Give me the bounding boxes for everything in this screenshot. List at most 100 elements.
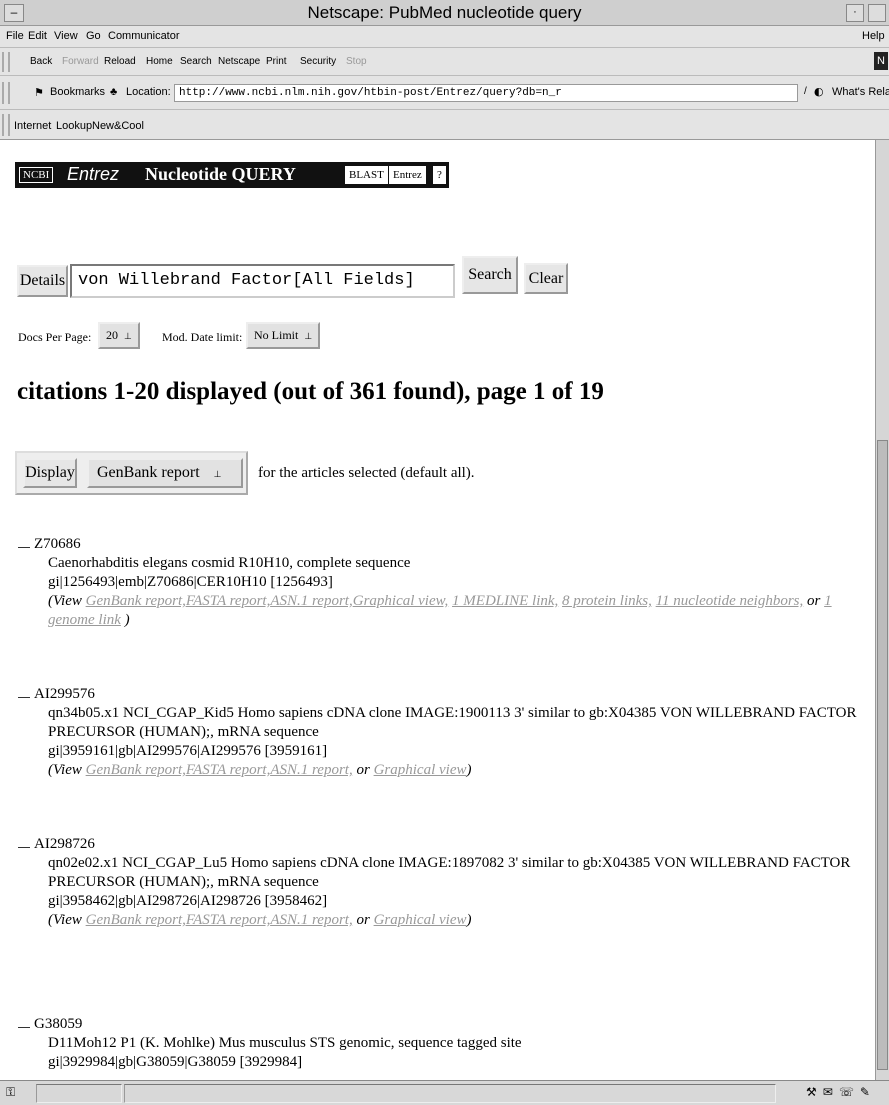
entrez-link[interactable]: Entrez xyxy=(389,166,426,184)
record-accession[interactable]: AI298726 xyxy=(34,835,95,854)
window-title: Netscape: PubMed nucleotide query xyxy=(307,3,582,22)
display-panel: Display GenBank report ⊥ xyxy=(15,451,248,495)
record-description: D11Moh12 P1 (K. Mohlke) Mus musculus STS… xyxy=(48,1035,522,1051)
status-bar: ⚿ ⚒✉☏✎ xyxy=(0,1080,889,1105)
close-paren: ) xyxy=(466,912,472,928)
ncbi-banner: NCBI Entrez Nucleotide QUERY BLAST Entre… xyxy=(15,162,449,188)
docs-per-page-value: 20 xyxy=(106,328,118,342)
personal-grip[interactable] xyxy=(2,114,10,136)
record-links: (View GenBank report,FASTA report,ASN.1 … xyxy=(48,911,868,930)
blast-link[interactable]: BLAST xyxy=(345,166,388,184)
menu-bar: File Edit View Go Communicator Help xyxy=(0,26,889,48)
record-ids: gi|3958462|gb|AI298726|AI298726 [3958462… xyxy=(48,893,328,909)
url-field[interactable]: http://www.ncbi.nlm.nih.gov/htbin-post/E… xyxy=(174,84,798,102)
search-button[interactable]: Search xyxy=(180,56,212,67)
page-proxy-icon: ♣ xyxy=(110,86,118,98)
details-button[interactable]: Details xyxy=(17,265,68,297)
status-text-cell xyxy=(124,1084,776,1103)
display-button[interactable]: Display xyxy=(23,458,77,488)
home-button[interactable]: Home xyxy=(146,56,173,67)
menu-communicator[interactable]: Communicator xyxy=(108,30,180,42)
record-checkbox[interactable] xyxy=(18,847,30,848)
bookmarks-button[interactable]: Bookmarks xyxy=(50,86,105,98)
record-accession[interactable]: Z70686 xyxy=(34,535,81,554)
dropdown-arrow-icon: ⊥ xyxy=(213,470,222,480)
mod-date-value: No Limit xyxy=(254,328,299,342)
medline-link[interactable]: 1 MEDLINE link, xyxy=(452,593,558,609)
whats-related-button[interactable]: What's Related xyxy=(832,86,889,98)
scrollbar-thumb[interactable] xyxy=(877,440,888,1070)
record-checkbox[interactable] xyxy=(18,1027,30,1028)
newcool-link[interactable]: New&Cool xyxy=(92,120,144,132)
search-submit-button[interactable]: Search xyxy=(462,256,518,294)
result-record: AI299576 qn34b05.x1 NCI_CGAP_Kid5 Homo s… xyxy=(18,685,868,780)
minimize-button[interactable]: · xyxy=(846,4,864,22)
record-description: Caenorhabditis elegans cosmid R10H10, co… xyxy=(48,555,411,571)
location-label: Location: xyxy=(126,86,171,98)
clear-button[interactable]: Clear xyxy=(524,263,568,294)
record-description: qn34b05.x1 NCI_CGAP_Kid5 Homo sapiens cD… xyxy=(48,705,857,740)
location-bar: ⚑ Bookmarks ♣ Location: http://www.ncbi.… xyxy=(0,76,889,110)
menu-view[interactable]: View xyxy=(54,30,78,42)
or-label: or xyxy=(356,762,370,778)
print-button[interactable]: Print xyxy=(266,56,287,67)
report-format-value: GenBank report xyxy=(97,464,200,481)
menu-help[interactable]: Help xyxy=(862,30,885,42)
docs-per-page-select[interactable]: 20 ⊥ xyxy=(98,322,140,349)
nucleotide-neighbors-link[interactable]: 11 nucleotide neighbors, xyxy=(656,593,804,609)
display-note: for the articles selected (default all). xyxy=(258,465,475,481)
fasta-report-link[interactable]: FASTA report, xyxy=(186,912,270,928)
view-label: (View xyxy=(48,912,82,928)
graphical-view-link[interactable]: Graphical view xyxy=(374,762,467,778)
security-button[interactable]: Security xyxy=(300,56,336,67)
protein-links[interactable]: 8 protein links, xyxy=(562,593,652,609)
results-headline: citations 1-20 displayed (out of 361 fou… xyxy=(17,378,604,405)
toolbar-grip[interactable] xyxy=(2,52,10,72)
vertical-scrollbar[interactable] xyxy=(875,140,889,1080)
report-format-select[interactable]: GenBank report ⊥ xyxy=(87,458,243,488)
help-link[interactable]: ? xyxy=(433,166,446,184)
component-bar-icons[interactable]: ⚒✉☏✎ xyxy=(806,1085,876,1099)
locbar-grip[interactable] xyxy=(2,82,10,104)
record-ids: gi|3929984|gb|G38059|G38059 [3929984] xyxy=(48,1054,303,1070)
mod-date-label: Mod. Date limit: xyxy=(162,330,243,344)
genbank-report-link[interactable]: GenBank report, xyxy=(86,912,186,928)
personal-toolbar: Internet Lookup New&Cool xyxy=(0,110,889,140)
close-paren: ) xyxy=(466,762,472,778)
record-accession[interactable]: AI299576 xyxy=(34,685,95,704)
dropdown-arrow-icon: ⊥ xyxy=(304,332,313,342)
ncbi-logo[interactable]: NCBI xyxy=(19,167,54,183)
internet-link[interactable]: Internet xyxy=(14,120,51,132)
netscape-button[interactable]: Netscape xyxy=(218,56,260,67)
menu-file[interactable]: File xyxy=(6,30,24,42)
menu-go[interactable]: Go xyxy=(86,30,101,42)
result-record: AI298726 qn02e02.x1 NCI_CGAP_Lu5 Homo sa… xyxy=(18,835,868,930)
security-lock-icon[interactable]: ⚿ xyxy=(6,1085,15,1100)
forward-button[interactable]: Forward xyxy=(62,56,99,67)
whats-related-icon: ◐ xyxy=(814,85,824,98)
menu-edit[interactable]: Edit xyxy=(28,30,47,42)
record-accession[interactable]: G38059 xyxy=(34,1015,82,1034)
mod-date-select[interactable]: No Limit ⊥ xyxy=(246,322,321,349)
asn1-report-link[interactable]: ASN.1 report, xyxy=(270,593,352,609)
bookmark-icon: ⚑ xyxy=(34,86,44,99)
back-button[interactable]: Back xyxy=(30,56,52,67)
stop-button[interactable]: Stop xyxy=(346,56,367,67)
fasta-report-link[interactable]: FASTA report, xyxy=(186,593,270,609)
genbank-report-link[interactable]: GenBank report, xyxy=(86,762,186,778)
entrez-logo[interactable]: Entrez xyxy=(67,164,119,185)
reload-button[interactable]: Reload xyxy=(104,56,136,67)
asn1-report-link[interactable]: ASN.1 report, xyxy=(270,762,352,778)
maximize-button[interactable] xyxy=(868,4,886,22)
graphical-view-link[interactable]: Graphical view, xyxy=(353,593,449,609)
record-checkbox[interactable] xyxy=(18,697,30,698)
record-checkbox[interactable] xyxy=(18,547,30,548)
genbank-report-link[interactable]: GenBank report, xyxy=(86,593,186,609)
asn1-report-link[interactable]: ASN.1 report, xyxy=(270,912,352,928)
lookup-link[interactable]: Lookup xyxy=(56,120,92,132)
query-input[interactable]: von Willebrand Factor[All Fields] xyxy=(70,264,455,298)
graphical-view-link[interactable]: Graphical view xyxy=(374,912,467,928)
netscape-logo-icon: N xyxy=(874,52,888,70)
url-dropdown-icon[interactable]: / xyxy=(804,86,807,97)
fasta-report-link[interactable]: FASTA report, xyxy=(186,762,270,778)
